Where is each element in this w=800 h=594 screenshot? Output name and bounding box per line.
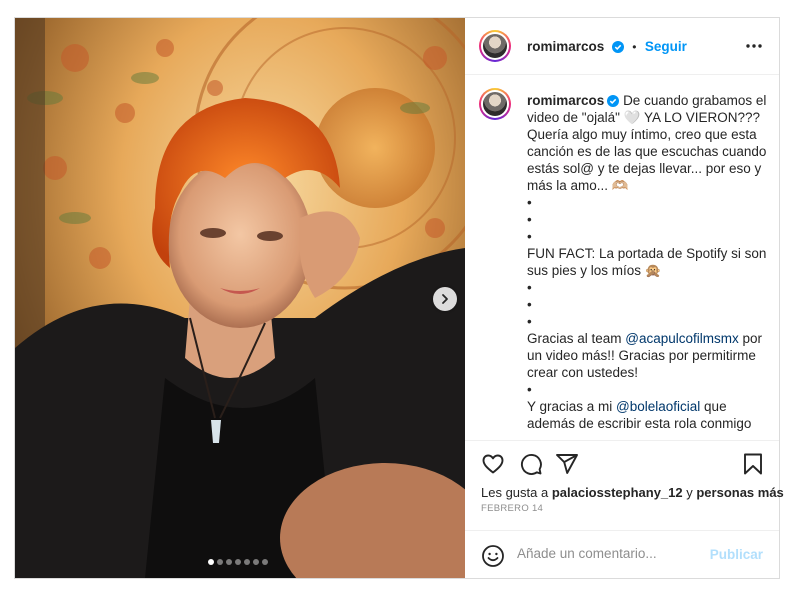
likes-middle: y xyxy=(682,485,697,500)
follow-button[interactable]: Seguir xyxy=(645,39,687,54)
carousel-dot xyxy=(262,559,268,565)
publish-comment-button[interactable]: Publicar xyxy=(710,547,763,562)
carousel-dot xyxy=(217,559,223,565)
carousel-dot xyxy=(235,559,241,565)
caption-line: • xyxy=(527,229,532,244)
post-photo-illustration xyxy=(15,18,465,578)
caption-line: De cuando grabamos el video de "ojalá" 🤍… xyxy=(527,93,767,193)
avatar[interactable] xyxy=(479,30,511,62)
carousel-dot xyxy=(253,559,259,565)
caption-line: • xyxy=(527,212,532,227)
action-bar xyxy=(465,440,779,489)
likes-others-link[interactable]: personas más xyxy=(696,485,783,500)
caption-text-fragment: Gracias al team xyxy=(527,331,626,346)
share-icon[interactable] xyxy=(555,452,579,476)
mention-link[interactable]: @bolelaoficial xyxy=(616,399,700,414)
caption-thanks-paragraph: Gracias al team @acapulcofilmsmx por un … xyxy=(527,330,767,381)
carousel-dot xyxy=(226,559,232,565)
likes-prefix: Les gusta a xyxy=(481,485,552,500)
caption-avatar[interactable] xyxy=(479,88,511,120)
post-date[interactable]: FEBRERO 14 xyxy=(481,503,543,514)
caption-username[interactable]: romimarcos xyxy=(527,93,604,108)
next-photo-button[interactable] xyxy=(433,287,457,311)
caption-line: • xyxy=(527,195,532,210)
verified-badge-icon xyxy=(611,41,624,53)
caption-also-paragraph: Y gracias a mi @bolelaoficial que además… xyxy=(527,398,767,432)
heart-icon[interactable] xyxy=(481,452,505,476)
header-user-line: romimarcos • Seguir xyxy=(527,38,687,56)
caption-first-paragraph: romimarcos De cuando grabamos el video d… xyxy=(527,92,767,194)
caption-line: • xyxy=(527,314,532,329)
header-username[interactable]: romimarcos xyxy=(527,39,604,54)
carousel-indicator xyxy=(208,559,268,565)
header-separator: • xyxy=(632,40,637,54)
next-arrow-icon xyxy=(442,294,448,304)
instagram-post: romimarcos • Seguir romimarcos De cuando… xyxy=(14,17,784,579)
more-options-icon[interactable] xyxy=(745,37,763,55)
caption-line: FUN FACT: La portada de Spotify si son s… xyxy=(527,246,767,278)
carousel-dot xyxy=(208,559,214,565)
post-side-panel: romimarcos • Seguir romimarcos De cuando… xyxy=(465,18,784,579)
verified-badge-icon xyxy=(607,95,620,107)
comment-input[interactable] xyxy=(517,546,702,561)
likes-summary: Les gusta a palaciosstephany_12 y person… xyxy=(481,485,784,500)
comment-bar: Publicar xyxy=(465,530,779,579)
caption-line: • xyxy=(527,297,532,312)
caption-line: • xyxy=(527,280,532,295)
mention-link[interactable]: @acapulcofilmsmx xyxy=(625,331,738,346)
caption-text: romimarcos De cuando grabamos el video d… xyxy=(527,92,767,432)
post-header: romimarcos • Seguir xyxy=(465,18,779,75)
bookmark-icon[interactable] xyxy=(741,452,765,476)
likes-user-link[interactable]: palaciosstephany_12 xyxy=(552,485,683,500)
caption-line: • xyxy=(527,382,532,397)
caption-text-fragment: Y gracias a mi xyxy=(527,399,617,414)
caption-scroll-area[interactable]: romimarcos De cuando grabamos el video d… xyxy=(465,75,779,440)
post-photo[interactable] xyxy=(15,18,465,578)
emoji-icon[interactable] xyxy=(481,544,505,568)
comment-icon[interactable] xyxy=(519,452,543,476)
carousel-dot xyxy=(244,559,250,565)
